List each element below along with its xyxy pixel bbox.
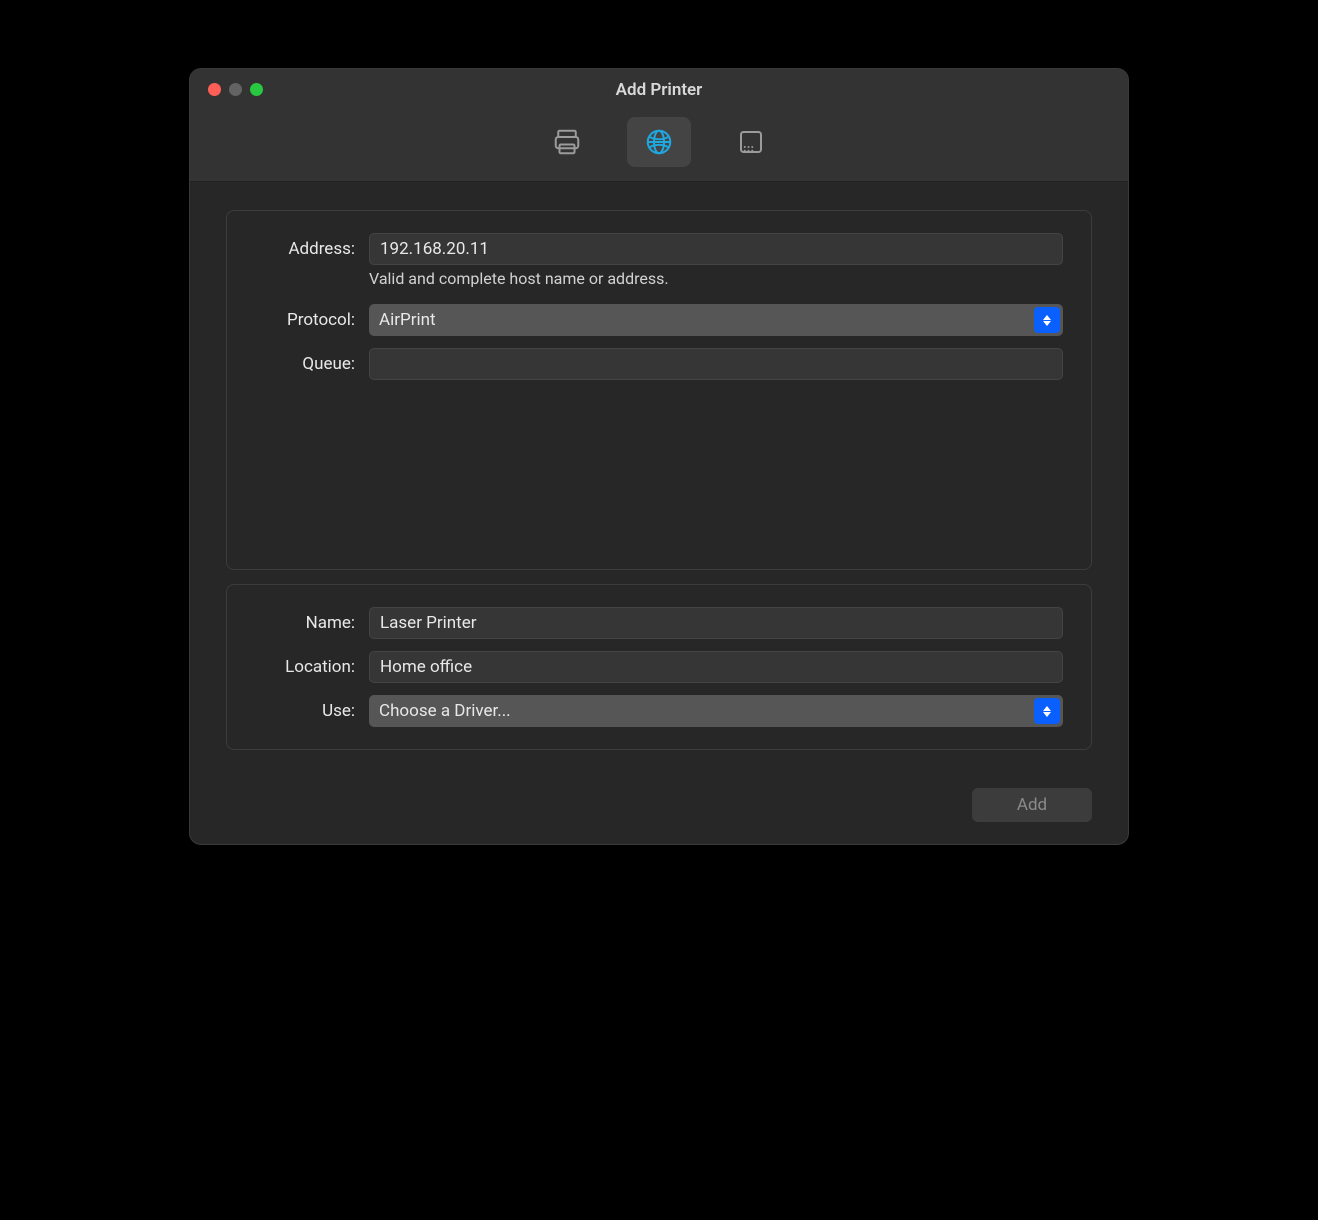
windows-printer-icon [736,127,766,157]
protocol-select[interactable]: AirPrint [369,304,1063,336]
window-title: Add Printer [190,80,1128,100]
globe-icon [644,127,674,157]
close-button[interactable] [208,83,221,96]
name-input[interactable] [369,607,1063,639]
default-printer-tab[interactable] [535,117,599,167]
protocol-label: Protocol: [255,310,355,330]
queue-input[interactable] [369,348,1063,380]
minimize-button[interactable] [229,83,242,96]
add-button[interactable]: Add [972,788,1092,822]
ip-printer-tab[interactable] [627,117,691,167]
meta-panel: Name: Location: Use: Choose a Driver... [226,584,1092,750]
zoom-button[interactable] [250,83,263,96]
use-label: Use: [255,701,355,721]
titlebar: Add Printer [190,69,1128,182]
protocol-value: AirPrint [379,310,436,330]
chevron-updown-icon [1034,307,1060,333]
traffic-lights [208,83,263,96]
printer-icon [552,127,582,157]
use-select[interactable]: Choose a Driver... [369,695,1063,727]
address-input[interactable] [369,233,1063,265]
location-label: Location: [255,657,355,677]
content: Address: Valid and complete host name or… [190,182,1128,772]
connection-panel: Address: Valid and complete host name or… [226,210,1092,570]
use-value: Choose a Driver... [379,701,511,721]
location-input[interactable] [369,651,1063,683]
chevron-updown-icon [1034,698,1060,724]
toolbar [190,111,1128,181]
queue-label: Queue: [255,354,355,374]
address-hint: Valid and complete host name or address. [369,269,1063,288]
address-label: Address: [255,239,355,259]
windows-printer-tab[interactable] [719,117,783,167]
add-printer-window: Add Printer [189,68,1129,845]
footer: Add [190,772,1128,844]
name-label: Name: [255,613,355,633]
